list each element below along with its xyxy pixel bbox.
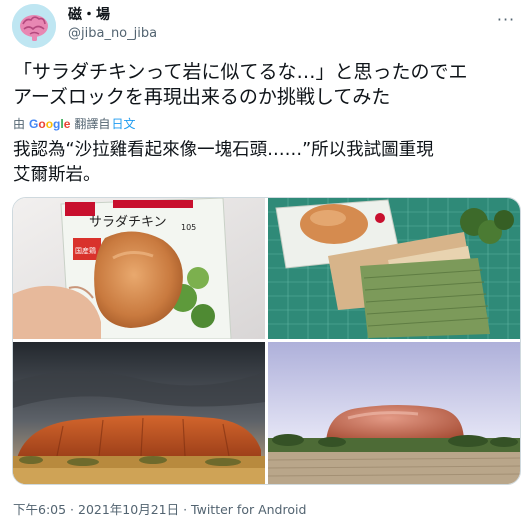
author-display-name[interactable]: 磁・場 xyxy=(68,6,157,24)
tweet-text-line-2: アーズロックを再現出来るのか挑戦してみた xyxy=(13,86,391,108)
package-badge-text: 国産鶏 xyxy=(75,246,96,255)
tweet-text-line-1: 「サラダチキンって岩に似てるな…」と思ったのでエ xyxy=(13,61,468,83)
translation-attribution: 由 Google 翻譯自 日文 xyxy=(13,117,135,131)
metadata-separator: · xyxy=(66,502,78,517)
photo-crafting-materials[interactable] xyxy=(268,198,520,339)
metadata-separator: · xyxy=(179,502,192,517)
package-weight-text: 105 xyxy=(181,223,196,232)
media-grid: サラダチキン 105 国産鶏 xyxy=(12,197,521,485)
tweet-header: 磁・場 @jiba_no_jiba ··· xyxy=(12,4,517,48)
tweet: 磁・場 @jiba_no_jiba ··· 「サラダチキンって岩に似てるな…」と… xyxy=(0,0,529,527)
tweet-source[interactable]: Twitter for Android xyxy=(191,502,306,517)
author-info: 磁・場 @jiba_no_jiba xyxy=(68,6,157,43)
google-logo: Google xyxy=(29,117,71,131)
more-button[interactable]: ··· xyxy=(495,8,517,30)
translated-text-line-1: 我認為“沙拉雞看起來像一塊石頭……”所以我試圖重現 xyxy=(13,140,434,160)
tweet-metadata: 下午6:05 · 2021年10月21日 · Twitter for Andro… xyxy=(13,502,306,518)
tweet-text: 「サラダチキンって岩に似てるな…」と思ったのでエ アーズロックを再現出来るのか挑… xyxy=(13,60,518,110)
tweet-time[interactable]: 下午6:05 xyxy=(13,502,66,517)
photo-chicken-uluru[interactable] xyxy=(268,342,520,484)
photo-uluru[interactable] xyxy=(13,342,265,484)
crafting-materials-image xyxy=(268,198,520,339)
translation-label: 翻譯自 xyxy=(74,117,111,131)
avatar[interactable] xyxy=(12,4,56,48)
uluru-image xyxy=(13,342,265,484)
author-handle[interactable]: @jiba_no_jiba xyxy=(68,25,157,43)
translated-text-line-2: 艾爾斯岩。 xyxy=(13,165,101,185)
translation-prefix: 由 xyxy=(13,117,26,131)
salad-chicken-image: サラダチキン 105 国産鶏 xyxy=(13,198,265,339)
photo-salad-chicken[interactable]: サラダチキン 105 国産鶏 xyxy=(13,198,265,339)
tweet-date[interactable]: 2021年10月21日 xyxy=(78,502,179,517)
translated-text: 我認為“沙拉雞看起來像一塊石頭……”所以我試圖重現 艾爾斯岩。 xyxy=(13,138,518,188)
chicken-uluru-image xyxy=(268,342,520,484)
more-horizontal-icon: ··· xyxy=(496,9,516,29)
brain-avatar-icon xyxy=(12,4,56,48)
source-language-link[interactable]: 日文 xyxy=(111,117,135,131)
package-label-text: サラダチキン xyxy=(89,215,167,230)
